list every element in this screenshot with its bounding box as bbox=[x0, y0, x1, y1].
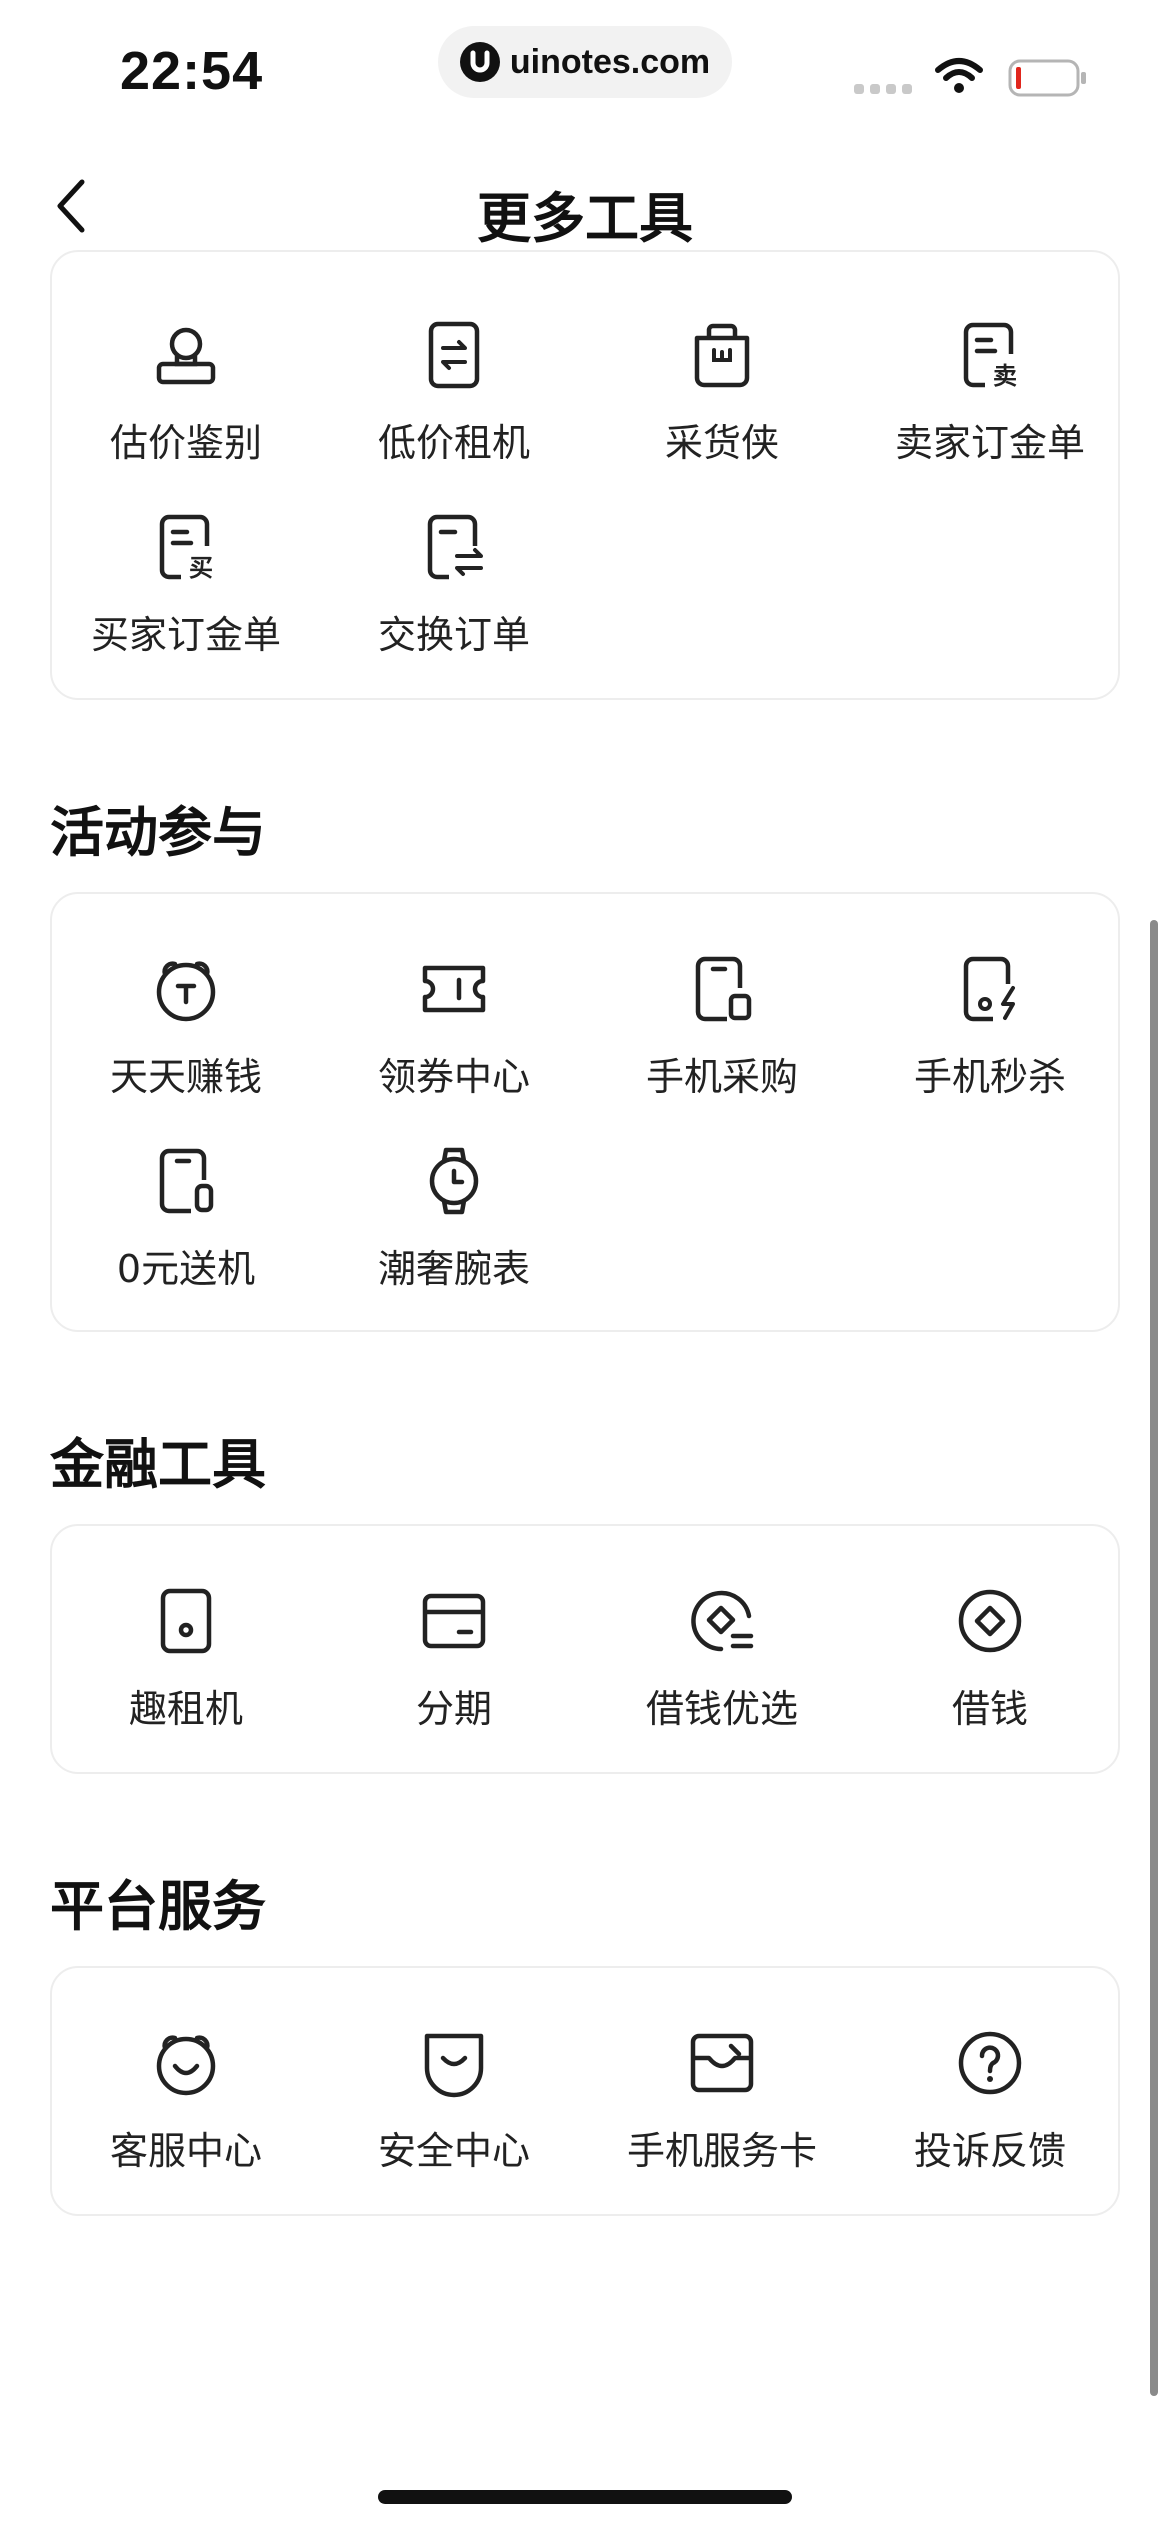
tool-item-purchase[interactable]: 采货侠 bbox=[588, 320, 856, 510]
activity-label: 0元送机 bbox=[116, 1247, 256, 1291]
tool-item-rent[interactable]: 低价租机 bbox=[320, 320, 588, 510]
tool-label: 估价鉴别 bbox=[109, 421, 262, 465]
finance-item-loan-select[interactable]: 借钱优选 bbox=[588, 1586, 856, 1776]
tool-label: 采货侠 bbox=[664, 421, 779, 465]
tools-card: 估价鉴别 低价租机 采货侠 卖 卖家订金单 买 买家订金单 交换订单 bbox=[50, 250, 1120, 700]
bear-face-icon bbox=[156, 2035, 216, 2096]
activity-label: 手机秒杀 bbox=[913, 1055, 1066, 1099]
seller-order-icon: 卖 bbox=[963, 322, 1017, 390]
activity-label: 潮奢腕表 bbox=[377, 1247, 530, 1291]
tool-item-appraisal[interactable]: 估价鉴别 bbox=[52, 320, 320, 510]
activity-item-flash-sale[interactable]: 手机秒杀 bbox=[856, 954, 1124, 1144]
shopping-bag-icon bbox=[694, 323, 750, 388]
shield-icon bbox=[424, 2033, 484, 2098]
finance-label: 趣租机 bbox=[128, 1687, 243, 1731]
section-title-services: 平台服务 bbox=[50, 1875, 266, 1938]
activity-item-coupon[interactable]: 领券中心 bbox=[320, 954, 588, 1144]
finance-card: 趣租机 分期 借钱优选 借钱 bbox=[50, 1524, 1120, 1774]
service-item-security[interactable]: 安全中心 bbox=[320, 2028, 588, 2218]
url-text: uinotes.com bbox=[509, 42, 711, 81]
finance-item-loan[interactable]: 借钱 bbox=[856, 1586, 1124, 1776]
buyer-order-icon: 买 bbox=[159, 514, 213, 582]
section-title-activities: 活动参与 bbox=[50, 801, 266, 864]
activity-label: 手机采购 bbox=[645, 1055, 798, 1099]
home-indicator[interactable] bbox=[378, 2490, 792, 2504]
svg-text:买: 买 bbox=[189, 554, 213, 582]
tool-label: 交换订单 bbox=[377, 613, 530, 657]
activity-item-watch[interactable]: 潮奢腕表 bbox=[320, 1146, 588, 1336]
card-icon bbox=[422, 1593, 486, 1649]
service-label: 手机服务卡 bbox=[626, 2129, 817, 2173]
coin-list-icon bbox=[691, 1590, 754, 1652]
svg-text:卖: 卖 bbox=[993, 362, 1017, 390]
finance-item-installment[interactable]: 分期 bbox=[320, 1586, 588, 1776]
navigation-bar: 更多工具 bbox=[0, 150, 1170, 262]
exchange-order-icon bbox=[427, 514, 483, 580]
help-question-icon bbox=[958, 2031, 1022, 2095]
tool-label: 低价租机 bbox=[377, 421, 530, 465]
activity-label: 领券中心 bbox=[377, 1055, 530, 1099]
service-card-icon bbox=[690, 2033, 754, 2093]
status-bar: 22:54 uinotes.com bbox=[0, 0, 1170, 130]
activity-item-phone-purchase[interactable]: 手机采购 bbox=[588, 954, 856, 1144]
activity-label: 天天赚钱 bbox=[109, 1055, 262, 1099]
wifi-icon bbox=[935, 58, 983, 93]
activity-item-free-phone[interactable]: 0元送机 bbox=[52, 1146, 320, 1336]
coin-icon bbox=[958, 1589, 1022, 1653]
services-card: 客服中心 安全中心 手机服务卡 投诉反馈 bbox=[50, 1966, 1120, 2216]
status-time: 22:54 bbox=[120, 41, 264, 101]
finance-label: 分期 bbox=[415, 1687, 492, 1731]
tool-item-seller-deposit[interactable]: 卖 卖家订金单 bbox=[856, 320, 1124, 510]
service-item-feedback[interactable]: 投诉反馈 bbox=[856, 2028, 1124, 2218]
service-item-service-card[interactable]: 手机服务卡 bbox=[588, 2028, 856, 2218]
scrollbar[interactable] bbox=[1150, 920, 1158, 2396]
coupon-ticket-icon bbox=[422, 965, 486, 1013]
battery-icon bbox=[1008, 59, 1086, 97]
site-logo-icon bbox=[459, 42, 500, 82]
phone-bag-icon bbox=[695, 956, 752, 1022]
service-label: 安全中心 bbox=[377, 2129, 530, 2173]
cellular-signal-icon bbox=[854, 84, 912, 94]
phone-zero-icon bbox=[159, 1148, 214, 1214]
service-item-customer-service[interactable]: 客服中心 bbox=[52, 2028, 320, 2218]
stamp-icon bbox=[156, 327, 216, 385]
activity-item-earn[interactable]: 天天赚钱 bbox=[52, 954, 320, 1144]
activities-card: 天天赚钱 领券中心 手机采购 手机秒杀 0元送机 潮奢腕表 bbox=[50, 892, 1120, 1332]
screen: 22:54 uinotes.com 更多工具 估价鉴别 低价租机 采货侠 卖 卖… bbox=[0, 0, 1170, 2532]
bear-coin-icon bbox=[156, 961, 216, 1022]
service-label: 客服中心 bbox=[109, 2129, 262, 2173]
section-title-finance: 金融工具 bbox=[50, 1433, 266, 1496]
tool-item-buyer-deposit[interactable]: 买 买家订金单 bbox=[52, 512, 320, 702]
tool-label: 卖家订金单 bbox=[894, 421, 1085, 465]
service-label: 投诉反馈 bbox=[913, 2129, 1066, 2173]
finance-label: 借钱 bbox=[951, 1687, 1028, 1731]
tool-label: 买家订金单 bbox=[90, 613, 281, 657]
tool-item-exchange-order[interactable]: 交换订单 bbox=[320, 512, 588, 702]
finance-item-rent-phone[interactable]: 趣租机 bbox=[52, 1586, 320, 1776]
exchange-phone-icon bbox=[428, 321, 480, 389]
phone-lightning-icon bbox=[963, 956, 1015, 1022]
page-title: 更多工具 bbox=[477, 187, 693, 250]
phone-icon bbox=[160, 1588, 212, 1654]
finance-label: 借钱优选 bbox=[645, 1687, 798, 1731]
url-pill[interactable]: uinotes.com bbox=[438, 26, 732, 98]
watch-icon bbox=[429, 1147, 479, 1215]
